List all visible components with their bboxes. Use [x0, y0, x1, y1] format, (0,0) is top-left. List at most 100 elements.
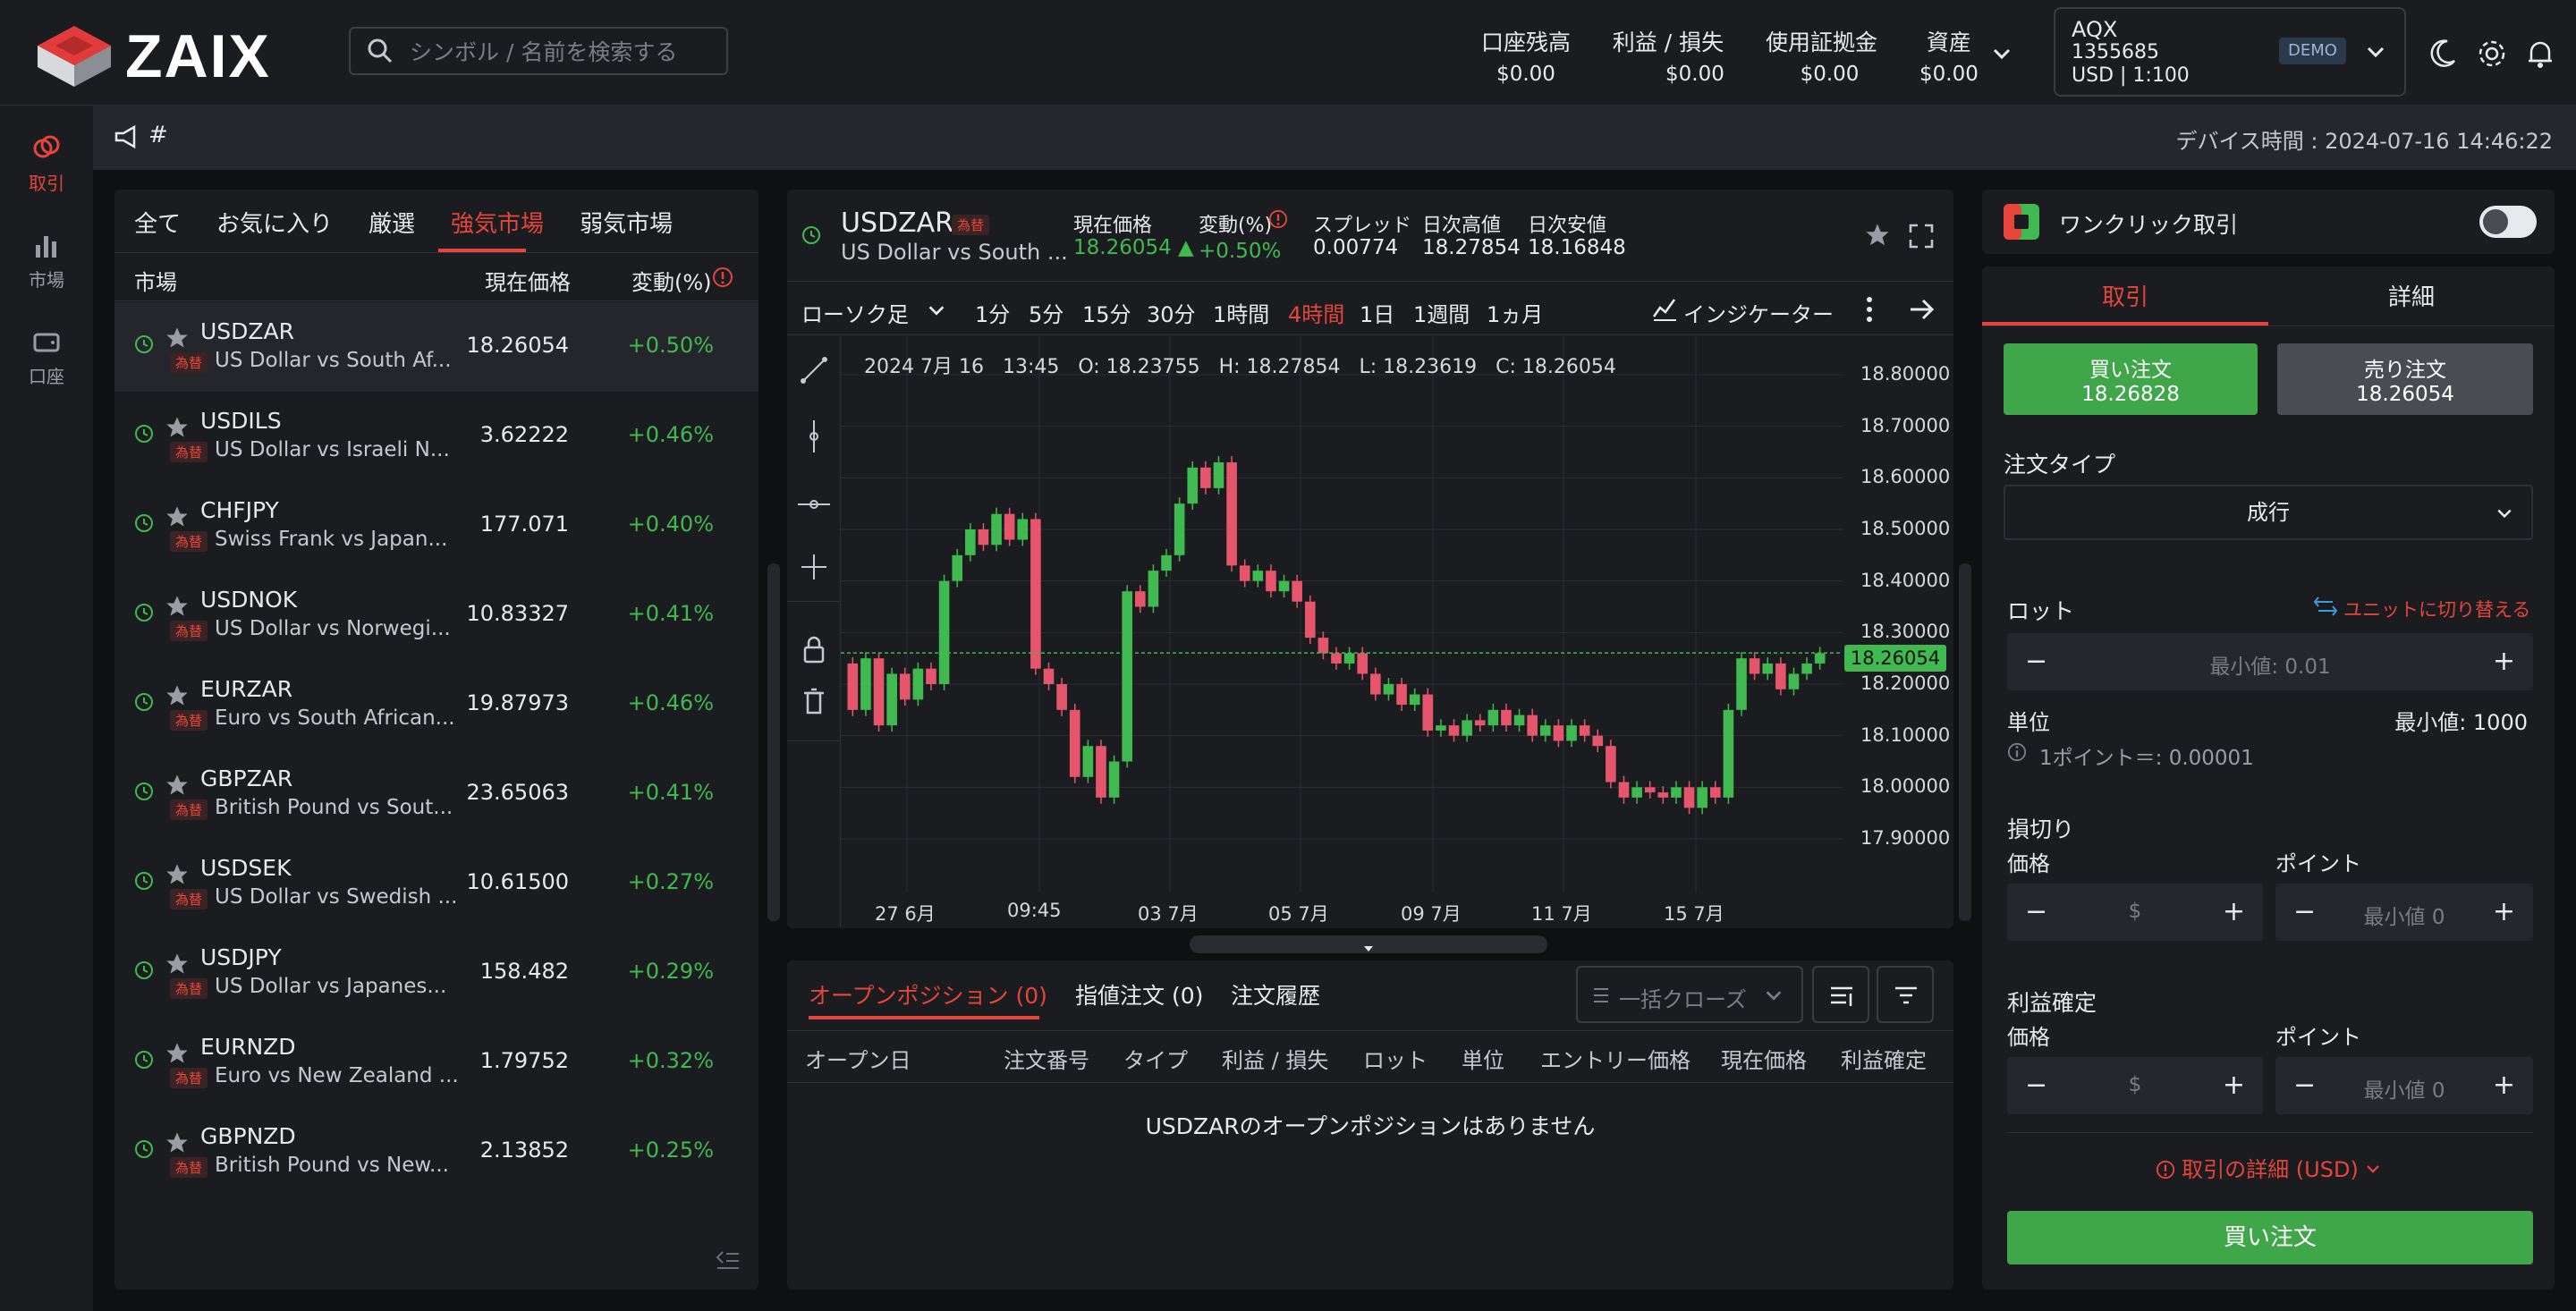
chevron-down-icon[interactable] — [1991, 43, 2012, 64]
info-icon[interactable] — [712, 266, 733, 288]
horizontal-line-tool-icon[interactable] — [796, 490, 832, 519]
sl-point-input[interactable]: − 最小値 0 + — [2275, 884, 2533, 941]
timeframe-option[interactable]: 1週間 — [1413, 297, 1470, 328]
market-row[interactable]: USDNOK 為替 US Dollar vs Norwegi... 10.83327 +… — [114, 571, 758, 660]
tab-limit-orders[interactable]: 指値注文 (0) — [1075, 978, 1203, 1011]
trade-details-link[interactable]: 取引の詳細 (USD) — [1982, 1152, 2555, 1183]
timeframe-option[interactable]: 30分 — [1147, 297, 1196, 328]
tab-all[interactable]: 全て — [134, 206, 181, 239]
star-icon[interactable] — [165, 862, 190, 887]
star-icon[interactable] — [165, 1041, 190, 1066]
tab-open-positions[interactable]: オープンポジション (0) — [809, 978, 1047, 1011]
timeframe-option[interactable]: 1日 — [1360, 297, 1394, 328]
candle-body — [1030, 519, 1041, 669]
tab-selected[interactable]: 厳選 — [369, 206, 415, 239]
market-row[interactable]: GBPZAR 為替 British Pound vs Sout... 23.65063… — [114, 749, 758, 839]
star-icon[interactable] — [165, 1130, 190, 1155]
plus-icon[interactable]: + — [2493, 646, 2515, 677]
order-type-select[interactable]: 成行 — [2004, 485, 2533, 540]
nav-item-account[interactable]: 口座 — [0, 326, 93, 388]
candle-body — [1161, 554, 1172, 571]
filter-button[interactable] — [1877, 966, 1934, 1023]
bell-icon[interactable] — [2522, 36, 2558, 72]
nav-item-market[interactable]: 市場 — [0, 229, 93, 292]
timeframe-option[interactable]: 1時間 — [1213, 297, 1269, 328]
one-click-toggle[interactable] — [2479, 206, 2537, 238]
column-settings-button[interactable] — [1812, 966, 1869, 1023]
top-bar: ZAIX シンボル / 名前を検索する 口座残高 $0.00 利益 / 損失 $… — [0, 0, 2576, 106]
tab-trade[interactable]: 取引 — [1982, 279, 2268, 312]
positions-panel: オープンポジション (0) 指値注文 (0) 注文履歴 一括クローズ USDZA… — [787, 960, 1953, 1290]
market-row[interactable]: EURZAR 為替 Euro vs South African... 19.87973… — [114, 660, 758, 749]
tab-order-history[interactable]: 注文履歴 — [1231, 978, 1320, 1011]
star-icon[interactable] — [165, 952, 190, 977]
trendline-tool-icon[interactable] — [800, 356, 828, 385]
collapse-icon[interactable] — [714, 1247, 741, 1270]
price-chart[interactable] — [841, 336, 1843, 892]
submit-buy-button[interactable]: 買い注文 — [2007, 1211, 2533, 1264]
star-icon[interactable] — [165, 594, 190, 619]
star-icon[interactable] — [165, 504, 190, 529]
more-vertical-icon[interactable] — [1860, 295, 1878, 324]
tp-price-input[interactable]: − $ + — [2007, 1057, 2263, 1114]
account-selector[interactable]: AQX 1355685 USD | 1:100 DEMO — [2054, 7, 2406, 97]
tp-point-input[interactable]: − 最小値 0 + — [2275, 1057, 2533, 1114]
timeframe-option[interactable]: 1ヵ月 — [1487, 297, 1543, 328]
star-icon[interactable] — [165, 683, 190, 708]
tab-bullish[interactable]: 強気市場 — [451, 206, 544, 239]
unit-min: 最小値: 1000 — [2394, 710, 2528, 735]
market-row[interactable]: USDZAR 為替 US Dollar vs South Af... 18.26054… — [114, 302, 758, 392]
left-splitter[interactable] — [767, 563, 780, 921]
arrow-right-icon[interactable] — [1909, 297, 1936, 322]
buy-price-button[interactable]: 買い注文 18.26828 — [2004, 343, 2258, 415]
sl-price-input[interactable]: − $ + — [2007, 884, 2263, 941]
lot-input[interactable]: − 最小値: 0.01 + — [2007, 633, 2533, 690]
market-row[interactable]: GBPNZD 為替 British Pound vs New... 2.13852 +0… — [114, 1107, 758, 1197]
plus-icon[interactable]: + — [2493, 1070, 2515, 1101]
swap-icon[interactable] — [2313, 596, 2338, 617]
indicator-icon[interactable] — [1651, 295, 1678, 322]
indicator-button[interactable]: インジケーター — [1683, 297, 1834, 328]
megaphone-icon[interactable] — [113, 123, 140, 150]
gear-icon[interactable] — [2474, 36, 2510, 72]
unit-switch-link[interactable]: ユニットに切り替える — [2343, 596, 2530, 622]
bulk-close-select[interactable]: 一括クローズ — [1576, 966, 1803, 1023]
chevron-down-icon[interactable] — [927, 300, 946, 320]
plus-icon[interactable]: + — [2223, 1070, 2245, 1101]
timeframe-option[interactable]: 4時間 — [1288, 297, 1344, 328]
timeframe-option[interactable]: 15分 — [1082, 297, 1131, 328]
timeframe-option[interactable]: 1分 — [975, 297, 1010, 328]
balance-value: $0.00 — [1496, 63, 1555, 86]
market-row[interactable]: EURNZD 為替 Euro vs New Zealand ... 1.79752 +0… — [114, 1018, 758, 1107]
panel-resize-handle[interactable] — [1190, 935, 1547, 953]
info-icon[interactable] — [1268, 209, 1288, 229]
moon-icon[interactable] — [2424, 36, 2460, 72]
plus-icon[interactable]: + — [2223, 896, 2245, 927]
star-icon[interactable] — [165, 415, 190, 440]
fullscreen-icon[interactable] — [1909, 224, 1934, 249]
tab-bearish[interactable]: 弱気市場 — [580, 206, 673, 239]
nav-item-trade[interactable]: 取引 — [0, 132, 93, 195]
star-icon[interactable] — [165, 326, 190, 351]
equity-stat[interactable]: 資産 $0.00 — [1919, 25, 1979, 86]
brand-logo[interactable]: ZAIX — [36, 21, 271, 91]
chart-type-select[interactable]: ローソク足 — [801, 297, 909, 328]
trash-icon[interactable] — [801, 687, 826, 715]
timeframe-option[interactable]: 5分 — [1029, 297, 1063, 328]
sell-price-button[interactable]: 売り注文 18.26054 — [2277, 343, 2533, 415]
right-splitter[interactable] — [1959, 563, 1971, 921]
market-row[interactable]: USDILS 為替 US Dollar vs Israeli N... 3.62222… — [114, 392, 758, 481]
tab-favorites[interactable]: お気に入り — [216, 206, 333, 239]
lock-icon[interactable] — [801, 635, 826, 664]
plus-icon[interactable]: + — [2493, 896, 2515, 927]
columns-icon — [1831, 986, 1852, 1006]
market-row[interactable]: CHFJPY 為替 Swiss Frank vs Japan... 177.071 +0… — [114, 481, 758, 571]
vertical-line-tool-icon[interactable] — [800, 419, 828, 454]
search-input[interactable]: シンボル / 名前を検索する — [349, 27, 728, 75]
tab-details[interactable]: 詳細 — [2268, 279, 2555, 312]
crosshair-tool-icon[interactable] — [800, 553, 828, 581]
market-row[interactable]: USDJPY 為替 US Dollar vs Japanes... 158.482 +0… — [114, 928, 758, 1018]
market-row[interactable]: USDSEK 為替 US Dollar vs Swedish ... 10.61500… — [114, 839, 758, 928]
star-icon[interactable] — [1864, 222, 1891, 249]
star-icon[interactable] — [165, 773, 190, 798]
